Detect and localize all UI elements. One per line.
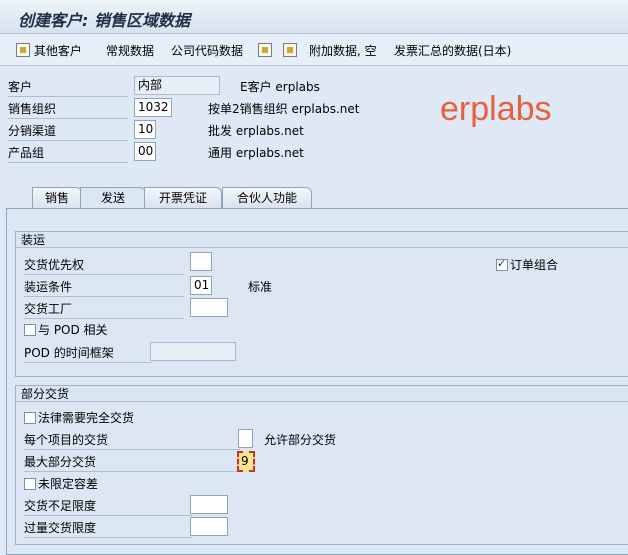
underdelivery-tolerance-label: 交货不足限度: [24, 497, 192, 516]
per-item-delivery-field[interactable]: [238, 429, 253, 448]
pod-relevant-checkbox[interactable]: [24, 324, 36, 336]
application-toolbar: 其他客户 常规数据 公司代码数据 附加数据, 空 发票汇总的数据(日本): [0, 34, 628, 66]
complete-delivery-checkbox[interactable]: [24, 412, 36, 424]
invoice-summary-button[interactable]: 发票汇总的数据(日本): [394, 42, 511, 60]
dist-channel-field[interactable]: 10: [134, 120, 156, 139]
delivery-priority-label: 交货优先权: [24, 256, 184, 275]
order-combination-checkbox[interactable]: [496, 257, 508, 271]
shipping-conditions-desc: 标准: [248, 280, 273, 294]
max-partial-deliveries-field[interactable]: 9: [237, 451, 255, 472]
partial-delivery-group-title: 部分交货: [16, 386, 628, 402]
shipping-tab-panel: 装运 交货优先权 订单组合 装运条件 01 标准 交货工厂 与 POD 相关 P…: [6, 208, 628, 555]
partial-delivery-group: 部分交货 法律需要完全交货 每个项目的交货 允许部分交货 最大部分交货 9 未限…: [15, 385, 628, 545]
shipping-conditions-label: 装运条件: [24, 278, 184, 297]
tab-billing-document[interactable]: 开票凭证: [144, 187, 222, 209]
max-partial-deliveries-value: 9: [241, 454, 249, 468]
tab-shipping[interactable]: 发送: [80, 187, 146, 210]
other-customer-label: 其他客户: [33, 44, 82, 58]
unlimited-tolerance-checkbox[interactable]: [24, 478, 36, 490]
pod-relevant-label: 与 POD 相关: [38, 323, 108, 337]
complete-delivery-label: 法律需要完全交货: [38, 411, 135, 425]
underdelivery-tolerance-field[interactable]: [190, 495, 228, 514]
company-code-data-button[interactable]: 公司代码数据: [171, 42, 243, 60]
customer-label: 客户: [8, 78, 128, 97]
delivery-priority-field[interactable]: [190, 252, 212, 271]
delivery-plant-label: 交货工厂: [24, 300, 184, 319]
sales-org-label: 销售组织: [8, 100, 128, 119]
dist-channel-desc: 批发 erplabs.net: [208, 124, 304, 138]
division-field[interactable]: 00: [134, 142, 156, 161]
sales-org-desc: 按单2销售组织 erplabs.net: [208, 102, 360, 116]
unlimited-tolerance-label: 未限定容差: [38, 477, 99, 491]
order-combination-label: 订单组合: [510, 258, 559, 272]
dist-channel-label: 分销渠道: [8, 122, 128, 141]
other-customer-button[interactable]: 其他客户: [16, 42, 82, 60]
other-customer-icon: [16, 43, 30, 57]
pod-timeframe-field: [150, 342, 236, 361]
per-item-delivery-desc: 允许部分交货: [264, 433, 337, 447]
additional-data-button[interactable]: 附加数据, 空: [309, 42, 377, 60]
tab-partner-functions[interactable]: 合伙人功能: [222, 187, 312, 209]
sales-org-field[interactable]: 1032: [134, 98, 172, 117]
additional-data-icon-2[interactable]: [283, 43, 297, 57]
division-label: 产品组: [8, 144, 128, 163]
pod-timeframe-label: POD 的时间框架: [24, 344, 152, 363]
watermark-text: erplabs: [440, 90, 552, 128]
general-data-button[interactable]: 常规数据: [106, 42, 154, 60]
delivery-plant-field[interactable]: [190, 298, 228, 317]
tab-sales[interactable]: 销售: [32, 187, 82, 209]
overdelivery-tolerance-label: 过量交货限度: [24, 519, 192, 538]
shipping-group: 装运 交货优先权 订单组合 装运条件 01 标准 交货工厂 与 POD 相关 P…: [15, 231, 628, 377]
per-item-delivery-label: 每个项目的交货: [24, 431, 240, 450]
window-title: 创建客户: 销售区域数据: [18, 11, 190, 30]
customer-desc: E客户 erplabs: [240, 80, 320, 94]
shipping-group-title: 装运: [16, 232, 628, 248]
customer-field: 内部: [134, 76, 220, 95]
additional-data-icon-1[interactable]: [258, 43, 272, 57]
shipping-conditions-field[interactable]: 01: [190, 276, 212, 295]
title-bar: 创建客户: 销售区域数据: [0, 0, 628, 34]
division-desc: 通用 erplabs.net: [208, 146, 304, 160]
overdelivery-tolerance-field[interactable]: [190, 517, 228, 536]
max-partial-deliveries-label: 最大部分交货: [24, 453, 240, 472]
